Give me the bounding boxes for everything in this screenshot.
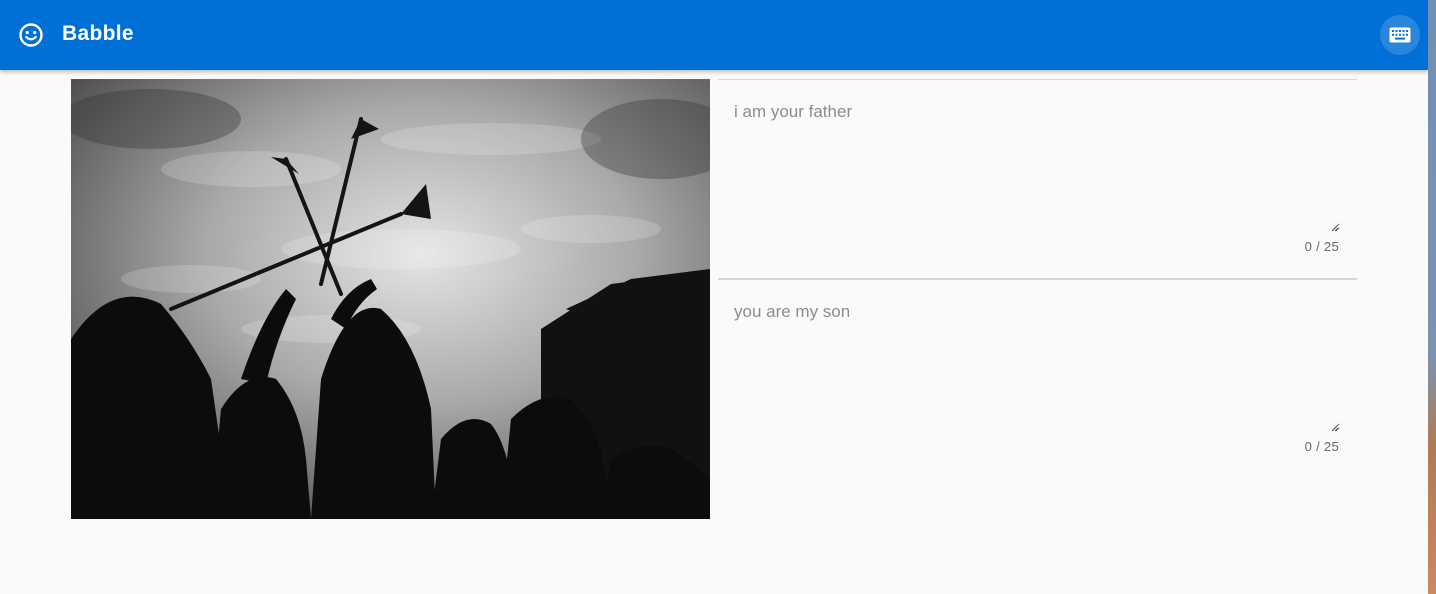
photo: [71, 79, 710, 519]
character-counter: 0 / 25: [1304, 239, 1339, 254]
keyboard-icon: [1389, 27, 1411, 43]
character-counter: 0 / 25: [1304, 439, 1339, 454]
resize-grip-icon[interactable]: [1331, 424, 1339, 432]
target-text-field: 0 / 25: [718, 278, 1357, 478]
desktop-background-strip: [1428, 0, 1436, 594]
app-window: Babble i am your father 0 / 25 you are m…: [0, 0, 1428, 594]
app-bar: Babble: [0, 0, 1428, 70]
source-text-field: 0 / 25: [718, 79, 1357, 279]
source-textarea[interactable]: [734, 102, 1340, 232]
app-title: Babble: [62, 22, 134, 45]
target-textarea[interactable]: [734, 302, 1340, 432]
resize-grip-icon[interactable]: [1331, 224, 1339, 232]
keyboard-button[interactable]: [1380, 15, 1420, 55]
smiley-face-icon[interactable]: [18, 22, 44, 48]
